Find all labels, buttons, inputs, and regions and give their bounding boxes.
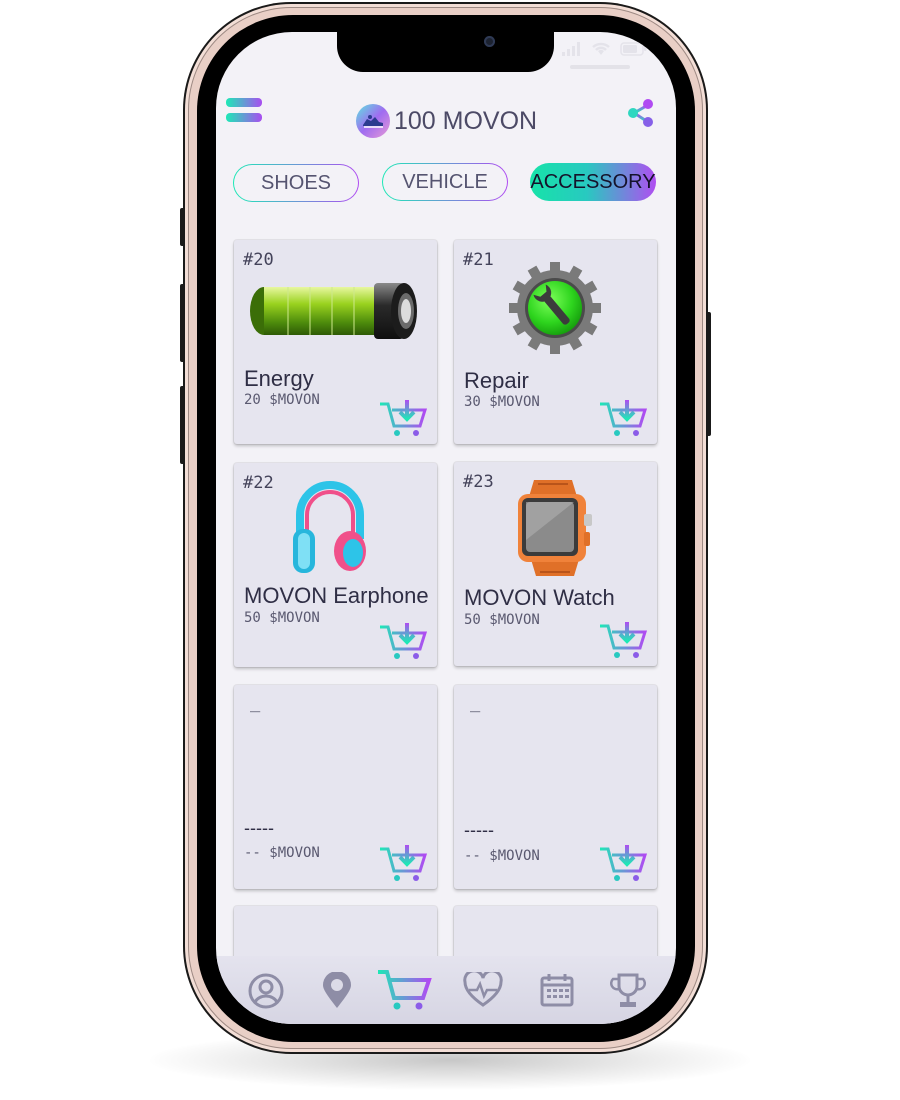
header: 100 MOVON xyxy=(216,98,676,148)
item-card-watch[interactable]: #23 MOVON Watch 50 $MOVON xyxy=(454,462,657,666)
wrench-gear-icon xyxy=(509,262,601,354)
item-card-earphone[interactable]: #22 MOVON Earphone 50 $MOVON xyxy=(234,463,437,667)
item-card-repair[interactable]: #21 Repair 30 $MOVON xyxy=(454,240,657,444)
tab-vehicle[interactable]: VEHICLE xyxy=(382,163,508,201)
item-name: Energy xyxy=(244,366,314,391)
signal-icon xyxy=(562,42,580,56)
menu-icon[interactable] xyxy=(226,98,262,128)
buy-cart-icon[interactable] xyxy=(598,843,648,883)
item-price: -- $MOVON xyxy=(464,848,540,864)
item-name: MOVON Watch xyxy=(464,585,615,610)
item-card-empty[interactable]: _ ----- -- $MOVON xyxy=(234,685,437,889)
tab-vehicle-label: VEHICLE xyxy=(402,170,488,193)
heart-rate-icon[interactable] xyxy=(463,972,503,1008)
volume-down-button xyxy=(180,386,185,464)
buy-cart-icon[interactable] xyxy=(378,398,428,438)
mute-switch xyxy=(180,208,185,246)
location-pin-icon[interactable] xyxy=(320,972,354,1010)
tab-accessory-label: ACCESSORY xyxy=(530,170,656,193)
battery-icon xyxy=(250,283,417,339)
item-price: 50 $MOVON xyxy=(244,610,320,626)
item-price: 50 $MOVON xyxy=(464,612,540,628)
item-name: ----- xyxy=(244,818,274,838)
volume-up-button xyxy=(180,284,185,362)
item-card-energy[interactable]: #20 Energy 20 $MOVON xyxy=(234,240,437,444)
item-number: #23 xyxy=(463,472,494,492)
share-icon[interactable] xyxy=(626,98,656,132)
calendar-icon[interactable] xyxy=(539,972,575,1008)
balance-text: 100 MOVON xyxy=(394,106,538,135)
wifi-icon xyxy=(592,42,610,55)
item-card-empty[interactable]: _ ----- -- $MOVON xyxy=(454,685,657,889)
front-camera xyxy=(484,36,495,47)
item-price: 30 $MOVON xyxy=(464,394,540,410)
buy-cart-icon[interactable] xyxy=(598,620,648,660)
item-number: _ xyxy=(470,693,481,713)
bottom-navigation xyxy=(216,956,676,1024)
status-indicator-line xyxy=(570,65,630,69)
running-shoe-coin-icon xyxy=(356,104,390,138)
item-number: #20 xyxy=(243,250,274,270)
buy-cart-icon[interactable] xyxy=(378,621,428,661)
app-screen: 100 MOVON SHOES VEHICLE ACCESSORY #20 En… xyxy=(216,32,676,1024)
item-name: Repair xyxy=(464,368,529,393)
buy-cart-icon[interactable] xyxy=(598,398,648,438)
tab-accessory[interactable]: ACCESSORY xyxy=(530,163,656,201)
profile-icon[interactable] xyxy=(247,972,285,1010)
status-bar xyxy=(562,40,648,56)
balance-display: 100 MOVON xyxy=(356,104,537,138)
headphones-icon xyxy=(293,481,366,573)
power-button xyxy=(706,312,711,436)
smartwatch-icon xyxy=(518,480,592,576)
tab-shoes[interactable]: SHOES xyxy=(233,164,359,202)
shopping-cart-icon[interactable] xyxy=(376,968,432,1012)
item-number: _ xyxy=(250,693,261,713)
item-number: #21 xyxy=(463,250,494,270)
buy-cart-icon[interactable] xyxy=(378,843,428,883)
item-price: -- $MOVON xyxy=(244,845,320,861)
battery-status-icon xyxy=(620,42,647,56)
item-number: #22 xyxy=(243,473,274,493)
trophy-icon[interactable] xyxy=(610,972,646,1010)
item-price: 20 $MOVON xyxy=(244,392,320,408)
notch xyxy=(337,32,554,72)
item-name: ----- xyxy=(464,820,494,840)
tab-shoes-label: SHOES xyxy=(260,171,332,194)
item-name: MOVON Earphone xyxy=(244,583,429,608)
